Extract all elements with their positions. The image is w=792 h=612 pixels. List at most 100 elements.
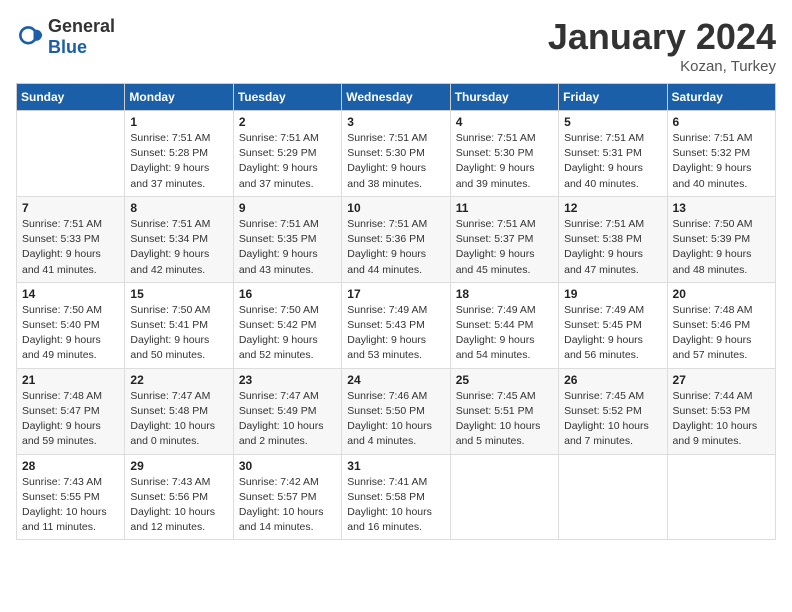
month-title: January 2024 [548, 16, 776, 58]
day-info: Sunrise: 7:41 AMSunset: 5:58 PMDaylight:… [347, 475, 444, 536]
day-number: 25 [456, 373, 553, 387]
day-info: Sunrise: 7:46 AMSunset: 5:50 PMDaylight:… [347, 389, 444, 450]
title-block: January 2024 Kozan, Turkey [548, 16, 776, 75]
week-row-3: 21 Sunrise: 7:48 AMSunset: 5:47 PMDayligh… [17, 368, 776, 454]
day-number: 19 [564, 287, 661, 301]
day-info: Sunrise: 7:51 AMSunset: 5:28 PMDaylight:… [130, 131, 227, 192]
day-number: 14 [22, 287, 119, 301]
day-info: Sunrise: 7:50 AMSunset: 5:41 PMDaylight:… [130, 303, 227, 364]
day-info: Sunrise: 7:43 AMSunset: 5:55 PMDaylight:… [22, 475, 119, 536]
weekday-header-monday: Monday [125, 84, 233, 111]
calendar-cell: 6 Sunrise: 7:51 AMSunset: 5:32 PMDaylight… [667, 111, 775, 197]
day-info: Sunrise: 7:47 AMSunset: 5:49 PMDaylight:… [239, 389, 336, 450]
day-number: 16 [239, 287, 336, 301]
calendar-cell: 29Sunrise: 7:43 AMSunset: 5:56 PMDayligh… [125, 454, 233, 540]
weekday-header-thursday: Thursday [450, 84, 558, 111]
day-info: Sunrise: 7:51 AMSunset: 5:29 PMDaylight:… [239, 131, 336, 192]
day-info: Sunrise: 7:51 AMSunset: 5:30 PMDaylight:… [347, 131, 444, 192]
calendar-cell: 31 Sunrise: 7:41 AMSunset: 5:58 PMDayligh… [342, 454, 450, 540]
calendar-cell [450, 454, 558, 540]
day-info: Sunrise: 7:45 AMSunset: 5:51 PMDaylight:… [456, 389, 553, 450]
logo: General Blue [16, 16, 115, 58]
day-number: 13 [673, 201, 770, 215]
calendar-cell: 14 Sunrise: 7:50 AMSunset: 5:40 PMDayligh… [17, 282, 125, 368]
day-number: 30 [239, 459, 336, 473]
weekday-header-saturday: Saturday [667, 84, 775, 111]
day-info: Sunrise: 7:45 AMSunset: 5:52 PMDaylight:… [564, 389, 661, 450]
week-row-0: 1 Sunrise: 7:51 AMSunset: 5:28 PMDaylight… [17, 111, 776, 197]
page-header: General Blue January 2024 Kozan, Turkey [16, 16, 776, 75]
day-info: Sunrise: 7:51 AMSunset: 5:33 PMDaylight:… [22, 217, 119, 278]
calendar-cell: 23Sunrise: 7:47 AMSunset: 5:49 PMDayligh… [233, 368, 341, 454]
day-number: 7 [22, 201, 119, 215]
calendar-cell: 2Sunrise: 7:51 AMSunset: 5:29 PMDaylight… [233, 111, 341, 197]
calendar-cell: 30 Sunrise: 7:42 AMSunset: 5:57 PMDayligh… [233, 454, 341, 540]
day-info: Sunrise: 7:51 AMSunset: 5:36 PMDaylight:… [347, 217, 444, 278]
location: Kozan, Turkey [548, 58, 776, 75]
day-number: 3 [347, 115, 444, 129]
weekday-header-row: SundayMondayTuesdayWednesdayThursdayFrid… [17, 84, 776, 111]
day-number: 11 [456, 201, 553, 215]
calendar-cell: 20 Sunrise: 7:48 AMSunset: 5:46 PMDayligh… [667, 282, 775, 368]
calendar-cell: 28 Sunrise: 7:43 AMSunset: 5:55 PMDayligh… [17, 454, 125, 540]
day-info: Sunrise: 7:51 AMSunset: 5:31 PMDaylight:… [564, 131, 661, 192]
logo-text: General Blue [48, 16, 115, 58]
day-number: 8 [130, 201, 227, 215]
calendar-cell: 10Sunrise: 7:51 AMSunset: 5:36 PMDayligh… [342, 196, 450, 282]
day-info: Sunrise: 7:49 AMSunset: 5:43 PMDaylight:… [347, 303, 444, 364]
day-info: Sunrise: 7:43 AMSunset: 5:56 PMDaylight:… [130, 475, 227, 536]
day-number: 15 [130, 287, 227, 301]
day-number: 5 [564, 115, 661, 129]
calendar-cell: 12Sunrise: 7:51 AMSunset: 5:38 PMDayligh… [559, 196, 667, 282]
calendar-cell: 19Sunrise: 7:49 AMSunset: 5:45 PMDayligh… [559, 282, 667, 368]
calendar-cell: 9Sunrise: 7:51 AMSunset: 5:35 PMDaylight… [233, 196, 341, 282]
day-number: 27 [673, 373, 770, 387]
calendar-cell [667, 454, 775, 540]
day-info: Sunrise: 7:51 AMSunset: 5:34 PMDaylight:… [130, 217, 227, 278]
day-number: 31 [347, 459, 444, 473]
calendar-cell: 4 Sunrise: 7:51 AMSunset: 5:30 PMDaylight… [450, 111, 558, 197]
calendar-cell: 22 Sunrise: 7:47 AMSunset: 5:48 PMDayligh… [125, 368, 233, 454]
calendar-cell: 24 Sunrise: 7:46 AMSunset: 5:50 PMDayligh… [342, 368, 450, 454]
day-info: Sunrise: 7:48 AMSunset: 5:46 PMDaylight:… [673, 303, 770, 364]
calendar-cell: 5 Sunrise: 7:51 AMSunset: 5:31 PMDaylight… [559, 111, 667, 197]
day-info: Sunrise: 7:51 AMSunset: 5:35 PMDaylight:… [239, 217, 336, 278]
logo-icon [16, 23, 44, 51]
day-info: Sunrise: 7:47 AMSunset: 5:48 PMDaylight:… [130, 389, 227, 450]
calendar-cell: 26Sunrise: 7:45 AMSunset: 5:52 PMDayligh… [559, 368, 667, 454]
calendar-cell: 1 Sunrise: 7:51 AMSunset: 5:28 PMDaylight… [125, 111, 233, 197]
day-number: 12 [564, 201, 661, 215]
day-number: 24 [347, 373, 444, 387]
day-number: 6 [673, 115, 770, 129]
weekday-header-wednesday: Wednesday [342, 84, 450, 111]
day-number: 22 [130, 373, 227, 387]
calendar-cell [17, 111, 125, 197]
calendar-cell: 13Sunrise: 7:50 AMSunset: 5:39 PMDayligh… [667, 196, 775, 282]
day-number: 4 [456, 115, 553, 129]
calendar-cell: 7 Sunrise: 7:51 AMSunset: 5:33 PMDaylight… [17, 196, 125, 282]
calendar-cell: 15 Sunrise: 7:50 AMSunset: 5:41 PMDayligh… [125, 282, 233, 368]
weekday-header-friday: Friday [559, 84, 667, 111]
day-info: Sunrise: 7:48 AMSunset: 5:47 PMDaylight:… [22, 389, 119, 450]
weekday-header-sunday: Sunday [17, 84, 125, 111]
day-number: 21 [22, 373, 119, 387]
day-info: Sunrise: 7:50 AMSunset: 5:40 PMDaylight:… [22, 303, 119, 364]
day-number: 28 [22, 459, 119, 473]
day-info: Sunrise: 7:42 AMSunset: 5:57 PMDaylight:… [239, 475, 336, 536]
calendar-cell: 25 Sunrise: 7:45 AMSunset: 5:51 PMDayligh… [450, 368, 558, 454]
calendar-cell: 27Sunrise: 7:44 AMSunset: 5:53 PMDayligh… [667, 368, 775, 454]
day-info: Sunrise: 7:50 AMSunset: 5:42 PMDaylight:… [239, 303, 336, 364]
weekday-header-tuesday: Tuesday [233, 84, 341, 111]
day-info: Sunrise: 7:51 AMSunset: 5:32 PMDaylight:… [673, 131, 770, 192]
calendar-table: SundayMondayTuesdayWednesdayThursdayFrid… [16, 83, 776, 540]
calendar-cell: 21 Sunrise: 7:48 AMSunset: 5:47 PMDayligh… [17, 368, 125, 454]
calendar-cell [559, 454, 667, 540]
day-number: 20 [673, 287, 770, 301]
day-number: 1 [130, 115, 227, 129]
calendar-cell: 8 Sunrise: 7:51 AMSunset: 5:34 PMDaylight… [125, 196, 233, 282]
week-row-1: 7 Sunrise: 7:51 AMSunset: 5:33 PMDaylight… [17, 196, 776, 282]
calendar-cell: 17Sunrise: 7:49 AMSunset: 5:43 PMDayligh… [342, 282, 450, 368]
day-info: Sunrise: 7:51 AMSunset: 5:30 PMDaylight:… [456, 131, 553, 192]
day-number: 18 [456, 287, 553, 301]
calendar-cell: 3 Sunrise: 7:51 AMSunset: 5:30 PMDaylight… [342, 111, 450, 197]
